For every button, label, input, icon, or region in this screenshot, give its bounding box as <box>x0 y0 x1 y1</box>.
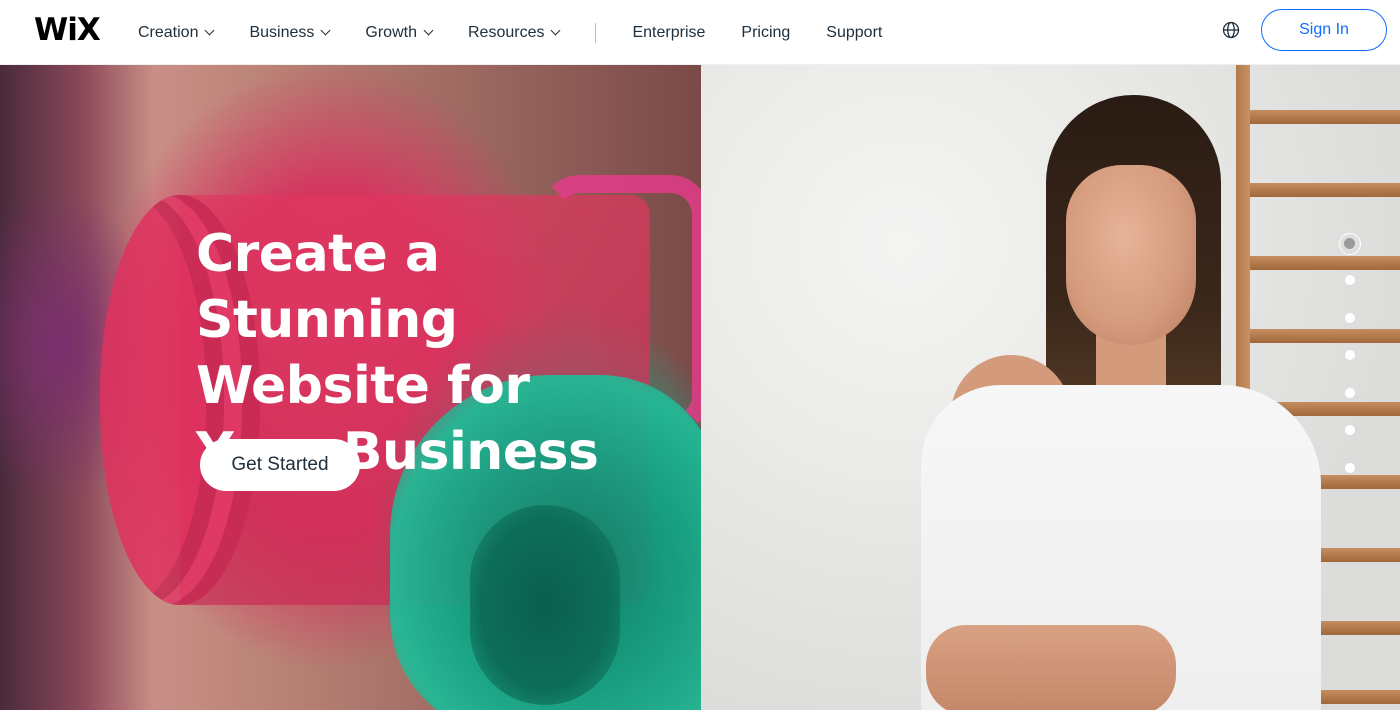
nav-item-label: Growth <box>365 23 417 41</box>
slide-dot[interactable] <box>1345 388 1355 398</box>
wall-bars-rung <box>1250 329 1400 343</box>
chevron-down-icon <box>551 25 561 36</box>
nav-item-growth[interactable]: Growth <box>365 23 434 42</box>
nav-item-label: Creation <box>138 23 199 41</box>
slide-dot[interactable] <box>1345 463 1355 473</box>
person-arms <box>926 625 1176 710</box>
nav-item-business[interactable]: Business <box>249 23 331 42</box>
slide-dot[interactable] <box>1345 350 1355 360</box>
hero-image-woman <box>701 65 1400 710</box>
nav-item-label: Business <box>249 23 315 41</box>
person-face <box>1066 165 1196 345</box>
get-started-button[interactable]: Get Started <box>200 439 360 491</box>
chevron-down-icon <box>320 25 331 36</box>
wix-logo[interactable]: WiX <box>34 12 101 48</box>
globe-icon[interactable] <box>1221 20 1241 40</box>
nav-link-enterprise[interactable]: Enterprise <box>632 24 705 42</box>
slide-dot[interactable] <box>1345 313 1355 323</box>
headline-line: Create a Stunning <box>196 224 458 350</box>
nav-item-creation[interactable]: Creation <box>138 23 215 42</box>
green-yoga-mat-core <box>470 505 620 705</box>
chevron-down-icon <box>423 25 434 36</box>
wall-bars-rung <box>1250 183 1400 197</box>
hero-section: Create a Stunning Website for Your Busin… <box>0 65 1400 710</box>
sign-in-button[interactable]: Sign In <box>1261 9 1387 51</box>
slide-dot[interactable] <box>1345 425 1355 435</box>
nav-item-label: Resources <box>467 23 545 41</box>
nav-link-pricing[interactable]: Pricing <box>741 24 790 42</box>
top-navigation-bar: WiX Creation Business Growth Resources E… <box>0 0 1400 65</box>
main-nav: Creation Business Growth Resources Enter… <box>138 0 918 65</box>
slide-dot-active[interactable] <box>1339 233 1361 255</box>
wall-bars-rung <box>1250 256 1400 270</box>
nav-link-support[interactable]: Support <box>826 24 882 42</box>
headline-line: Website for <box>196 356 530 416</box>
nav-item-resources[interactable]: Resources <box>467 23 561 42</box>
wall-bars-rung <box>1250 110 1400 124</box>
nav-divider <box>595 22 597 43</box>
chevron-down-icon <box>205 25 215 36</box>
globe-icon-graphic <box>1222 21 1240 39</box>
slide-dot[interactable] <box>1345 275 1355 285</box>
